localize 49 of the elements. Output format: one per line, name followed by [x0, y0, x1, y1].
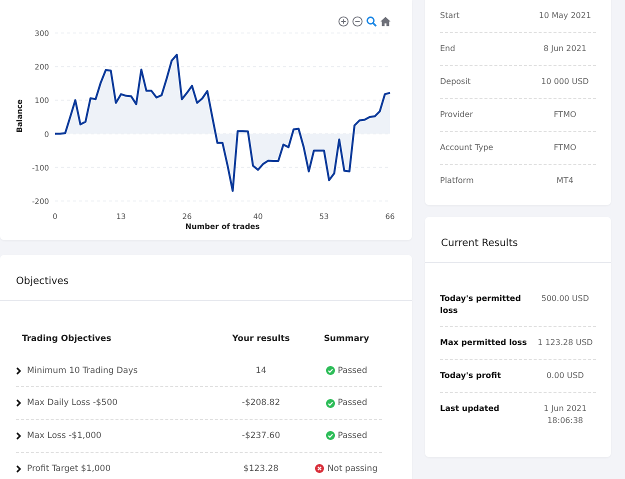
- chevron-icon[interactable]: [16, 432, 22, 440]
- info-value: MT4: [556, 175, 574, 187]
- result-value: 14: [256, 366, 266, 376]
- result-value: 1 123.28 USD: [536, 337, 594, 350]
- column-header: Summary: [324, 334, 370, 344]
- objective-name: Max Loss -$1,000: [27, 430, 102, 441]
- info-label: Provider: [440, 109, 473, 121]
- chevron-icon[interactable]: [16, 399, 22, 408]
- summary-status: Passed: [338, 398, 368, 408]
- result-label: Today's profit: [440, 370, 502, 382]
- result-value: $123.28: [243, 464, 279, 474]
- info-label: Deposit: [440, 76, 471, 88]
- column-header: Trading Objectives: [21, 334, 112, 344]
- info-value: 10 000 USD: [540, 76, 590, 88]
- result-value: -$208.82: [242, 398, 280, 408]
- info-label: Start: [440, 10, 460, 22]
- info-label: Account Type: [440, 142, 494, 154]
- chart-tool-button[interactable]: [366, 16, 377, 27]
- card-title: Current Results: [441, 238, 518, 249]
- chart-tool-button[interactable]: [380, 16, 391, 27]
- result-value: 500.00 USD: [540, 293, 590, 305]
- zoom-out-icon: [352, 16, 363, 27]
- chevron-icon[interactable]: [16, 464, 22, 473]
- info-value: 8 Jun 2021: [542, 43, 588, 55]
- home-icon: [380, 16, 391, 27]
- info-value: 10 May 2021: [538, 10, 592, 22]
- summary-status: Passed: [338, 430, 368, 441]
- info-value: FTMO: [552, 109, 578, 121]
- objective-name: Profit Target $1,000: [27, 464, 111, 474]
- info-label: Platform: [440, 175, 474, 187]
- zoom-in-icon: [338, 16, 349, 27]
- summary-status: Passed: [338, 366, 368, 376]
- chart-tool-button[interactable]: [338, 16, 349, 27]
- result-value: 1 Jun 2021 18:06:38: [542, 403, 588, 428]
- result-value: -$237.60: [242, 430, 280, 441]
- card-title: Objectives: [16, 276, 69, 287]
- chevron-icon[interactable]: [16, 366, 22, 375]
- search-icon: [366, 16, 377, 27]
- info-value: FTMO: [552, 142, 578, 154]
- result-label: Max permitted loss: [440, 337, 528, 349]
- column-header: Your results: [232, 334, 290, 344]
- result-label: Last updated: [440, 403, 500, 415]
- objective-name: Minimum 10 Trading Days: [27, 366, 138, 376]
- chart-tool-button[interactable]: [352, 16, 363, 27]
- result-label: Today's permitted loss: [440, 293, 522, 316]
- objective-name: Max Daily Loss -$500: [27, 398, 118, 408]
- result-value: 0.00 USD: [545, 370, 585, 382]
- info-label: End: [440, 43, 456, 55]
- summary-status: Not passing: [327, 464, 378, 474]
